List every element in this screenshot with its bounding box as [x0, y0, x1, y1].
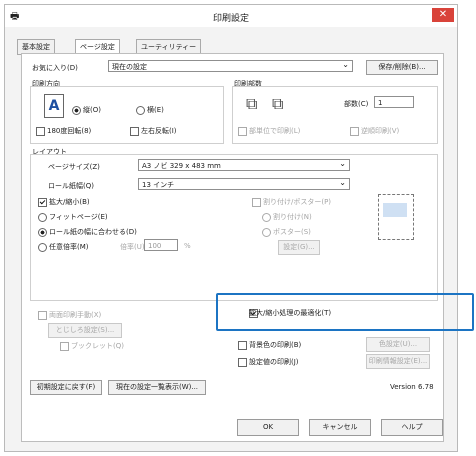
booklet-label: ブックレット(Q) [71, 342, 124, 350]
mirror-label: 左右反転(I) [141, 127, 177, 135]
landscape-label: 横(E) [147, 106, 164, 114]
favorites-label: お気に入り(D) [32, 64, 78, 72]
fit-roll-radio[interactable] [38, 228, 47, 237]
portrait-radio[interactable] [72, 106, 81, 115]
roll-width-select[interactable]: 13 インチ [138, 177, 350, 190]
reset-defaults-button[interactable]: 初期設定に戻す(F) [30, 380, 102, 395]
fit-roll-label: ロール紙の幅に合わせる(D) [49, 228, 137, 236]
scale-value: 100 [148, 242, 162, 250]
preview-image [383, 203, 407, 217]
version-text: Version 6.78 [390, 383, 434, 391]
copies-value: 1 [378, 99, 383, 107]
reverse-label: 逆順印刷(V) [361, 127, 400, 135]
collate-icon: ⧉ [246, 94, 258, 113]
scale-input[interactable]: 100 [144, 239, 178, 251]
layout-settings-button[interactable]: 設定(G)... [278, 240, 320, 255]
tab-page-setup-label: ページ設定 [80, 43, 115, 51]
mirror-checkbox[interactable] [130, 127, 139, 136]
portrait-preview-icon: A [44, 94, 64, 118]
cancel-button[interactable]: キャンセル [309, 419, 371, 436]
print-info-checkbox[interactable] [238, 358, 247, 367]
poster-label: ポスター(S) [273, 228, 311, 236]
collate-checkbox[interactable] [238, 127, 247, 136]
title-bar: 🖶 印刷設定 ✕ [5, 5, 457, 27]
page-size-value: A3 ノビ 329 x 483 mm [142, 162, 221, 170]
copies-input[interactable]: 1 [374, 96, 414, 108]
page-size-label: ページサイズ(Z) [48, 163, 100, 171]
save-delete-button[interactable]: 保存/削除(B)... [366, 60, 438, 75]
margin-settings-button[interactable]: とじしろ設定(S)... [48, 323, 122, 338]
tab-utility-label: ユーティリティー [141, 43, 197, 51]
roll-width-value: 13 インチ [142, 181, 175, 189]
reverse-order-icon: ⧉ [272, 94, 284, 113]
duplex-label: 両面印刷手動(X) [49, 311, 102, 319]
page-setup-panel: お気に入り(D) 現在の設定 保存/削除(B)... 印刷方向 A 縦(O) 横… [21, 53, 444, 442]
custom-scale-radio[interactable] [38, 243, 47, 252]
fit-page-label: フィットページ(E) [49, 213, 108, 221]
scale-label: 拡大/縮小(B) [49, 198, 90, 206]
page-size-select[interactable]: A3 ノビ 329 x 483 mm [138, 158, 350, 171]
print-info-label: 設定値の印刷(J) [249, 358, 299, 366]
tab-main-label: 基本設定 [22, 43, 50, 51]
roll-width-label: ロール紙幅(Q) [48, 182, 94, 190]
print-settings-window: 🖶 印刷設定 ✕ 基本設定 ページ設定 ユーティリティー お気に入り(D) 現在… [4, 4, 458, 452]
color-settings-button[interactable]: 色設定(U)... [366, 337, 430, 352]
fit-page-radio[interactable] [38, 213, 47, 222]
multipage-label: 割り付け/ポスター(P) [263, 198, 332, 206]
page-preview-icon [378, 194, 414, 240]
window-title: 印刷設定 [212, 14, 249, 24]
background-color-label: 背景色の印刷(B) [249, 341, 302, 349]
multipage-checkbox[interactable] [252, 198, 261, 207]
scale-unit: % [184, 242, 191, 250]
scale-checkbox[interactable] [38, 198, 47, 207]
booklet-checkbox[interactable] [60, 342, 69, 351]
duplex-checkbox[interactable] [38, 311, 47, 320]
print-info-settings-button[interactable]: 印刷情報設定(E)... [366, 354, 430, 369]
favorites-value: 現在の設定 [112, 63, 147, 71]
help-button[interactable]: ヘルプ [381, 419, 443, 436]
copies-label: 部数(C) [344, 100, 369, 108]
background-color-checkbox[interactable] [238, 341, 247, 350]
rotate180-checkbox[interactable] [36, 127, 45, 136]
close-button[interactable]: ✕ [432, 8, 454, 22]
ok-button[interactable]: OK [237, 419, 299, 436]
portrait-label: 縦(O) [83, 106, 101, 114]
poster-radio[interactable] [262, 228, 271, 237]
landscape-radio[interactable] [136, 106, 145, 115]
nup-label: 割り付け(N) [273, 213, 312, 221]
custom-scale-label: 任意倍率(M) [49, 243, 89, 251]
show-settings-list-button[interactable]: 現在の設定一覧表示(W)... [108, 380, 206, 395]
rotate180-label: 180度回転(8) [47, 127, 92, 135]
nup-radio[interactable] [262, 213, 271, 222]
favorites-select[interactable]: 現在の設定 [108, 59, 353, 72]
scale-ratio-label: 倍率(U) [120, 243, 145, 251]
highlight-box [216, 293, 474, 331]
collate-label: 部単位で印刷(L) [249, 127, 301, 135]
reverse-checkbox[interactable] [350, 127, 359, 136]
